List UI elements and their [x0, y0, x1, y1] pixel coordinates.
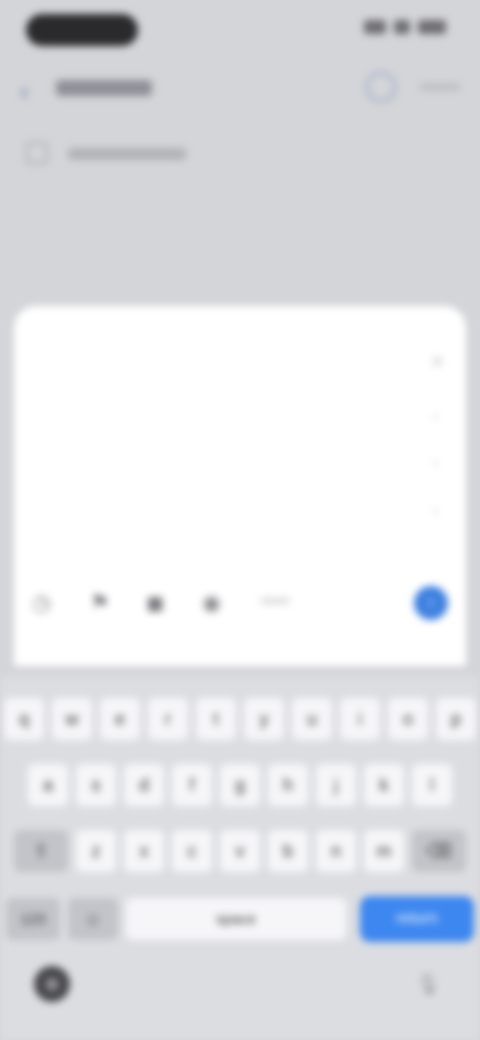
space-key[interactable]: space — [126, 898, 346, 940]
key[interactable]: x — [124, 830, 164, 872]
signal-icon — [364, 20, 386, 34]
background-list-row[interactable] — [20, 136, 460, 172]
tag-icon[interactable]: ◼ — [146, 590, 164, 616]
key[interactable]: l — [412, 764, 452, 806]
keyboard-bottom-row: 123 ☺ space return — [6, 896, 474, 942]
close-icon[interactable]: ✕ — [430, 352, 445, 373]
field-row-1[interactable]: › — [38, 406, 454, 434]
key[interactable]: r — [148, 698, 188, 740]
key[interactable]: s — [76, 764, 116, 806]
key[interactable]: u — [292, 698, 332, 740]
status-time-pill — [26, 14, 138, 46]
chevron-right-icon: › — [432, 454, 438, 471]
globe-icon[interactable]: ⊕ — [34, 966, 70, 1002]
background-row-icon — [26, 142, 48, 164]
header-action-icon[interactable] — [366, 72, 396, 102]
header-title — [56, 80, 152, 96]
key[interactable]: o — [388, 698, 428, 740]
key[interactable]: k — [364, 764, 404, 806]
key[interactable]: n — [316, 830, 356, 872]
wifi-icon — [394, 20, 410, 34]
location-icon[interactable]: ◉ — [202, 590, 221, 616]
field-row-3[interactable]: › — [38, 500, 454, 528]
key[interactable]: y — [244, 698, 284, 740]
key[interactable]: p — [436, 698, 476, 740]
clock-icon[interactable]: ◷ — [32, 590, 51, 616]
key[interactable]: t — [196, 698, 236, 740]
keyboard-row-3: ⇧ z x c v b n m ⌫ — [0, 830, 480, 872]
microphone-icon[interactable]: 🎙 — [412, 968, 444, 1000]
shift-icon[interactable]: ⇧ — [14, 830, 68, 872]
key[interactable]: f — [172, 764, 212, 806]
flag-icon[interactable]: ⚑ — [90, 590, 110, 616]
key[interactable]: j — [316, 764, 356, 806]
arrow-up-icon[interactable]: ↑ — [414, 586, 448, 620]
backspace-icon[interactable]: ⌫ — [412, 830, 466, 872]
more-tools[interactable] — [260, 598, 290, 604]
key[interactable]: w — [52, 698, 92, 740]
field-row-2[interactable]: › — [38, 452, 454, 480]
key[interactable]: q — [4, 698, 44, 740]
keyboard: q w e r t y u i o p a s d f g h j k l ⇧ … — [0, 676, 480, 1040]
back-chevron-icon[interactable]: ‹ — [20, 76, 29, 107]
key[interactable]: z — [76, 830, 116, 872]
battery-icon — [418, 20, 446, 34]
numbers-mode-key[interactable]: 123 — [6, 898, 60, 940]
key[interactable]: d — [124, 764, 164, 806]
compose-toolbar: ◷ ⚑ ◼ ◉ ↑ — [26, 584, 454, 624]
keyboard-row-1: q w e r t y u i o p — [0, 698, 480, 740]
status-icons — [364, 20, 446, 34]
chevron-right-icon: › — [432, 408, 438, 425]
return-key[interactable]: return — [360, 896, 474, 942]
key[interactable]: v — [220, 830, 260, 872]
key[interactable]: a — [28, 764, 68, 806]
key[interactable]: c — [172, 830, 212, 872]
keyboard-row-2: a s d f g h j k l — [0, 764, 480, 806]
key[interactable]: m — [364, 830, 404, 872]
key[interactable]: g — [220, 764, 260, 806]
chevron-right-icon: › — [432, 502, 438, 519]
app-header: ‹ — [0, 60, 480, 116]
background-row-text — [68, 148, 186, 160]
header-more[interactable] — [420, 84, 460, 90]
emoji-icon[interactable]: ☺ — [68, 898, 118, 940]
key[interactable]: i — [340, 698, 380, 740]
key[interactable]: h — [268, 764, 308, 806]
key[interactable]: e — [100, 698, 140, 740]
status-bar — [0, 0, 480, 60]
key[interactable]: b — [268, 830, 308, 872]
